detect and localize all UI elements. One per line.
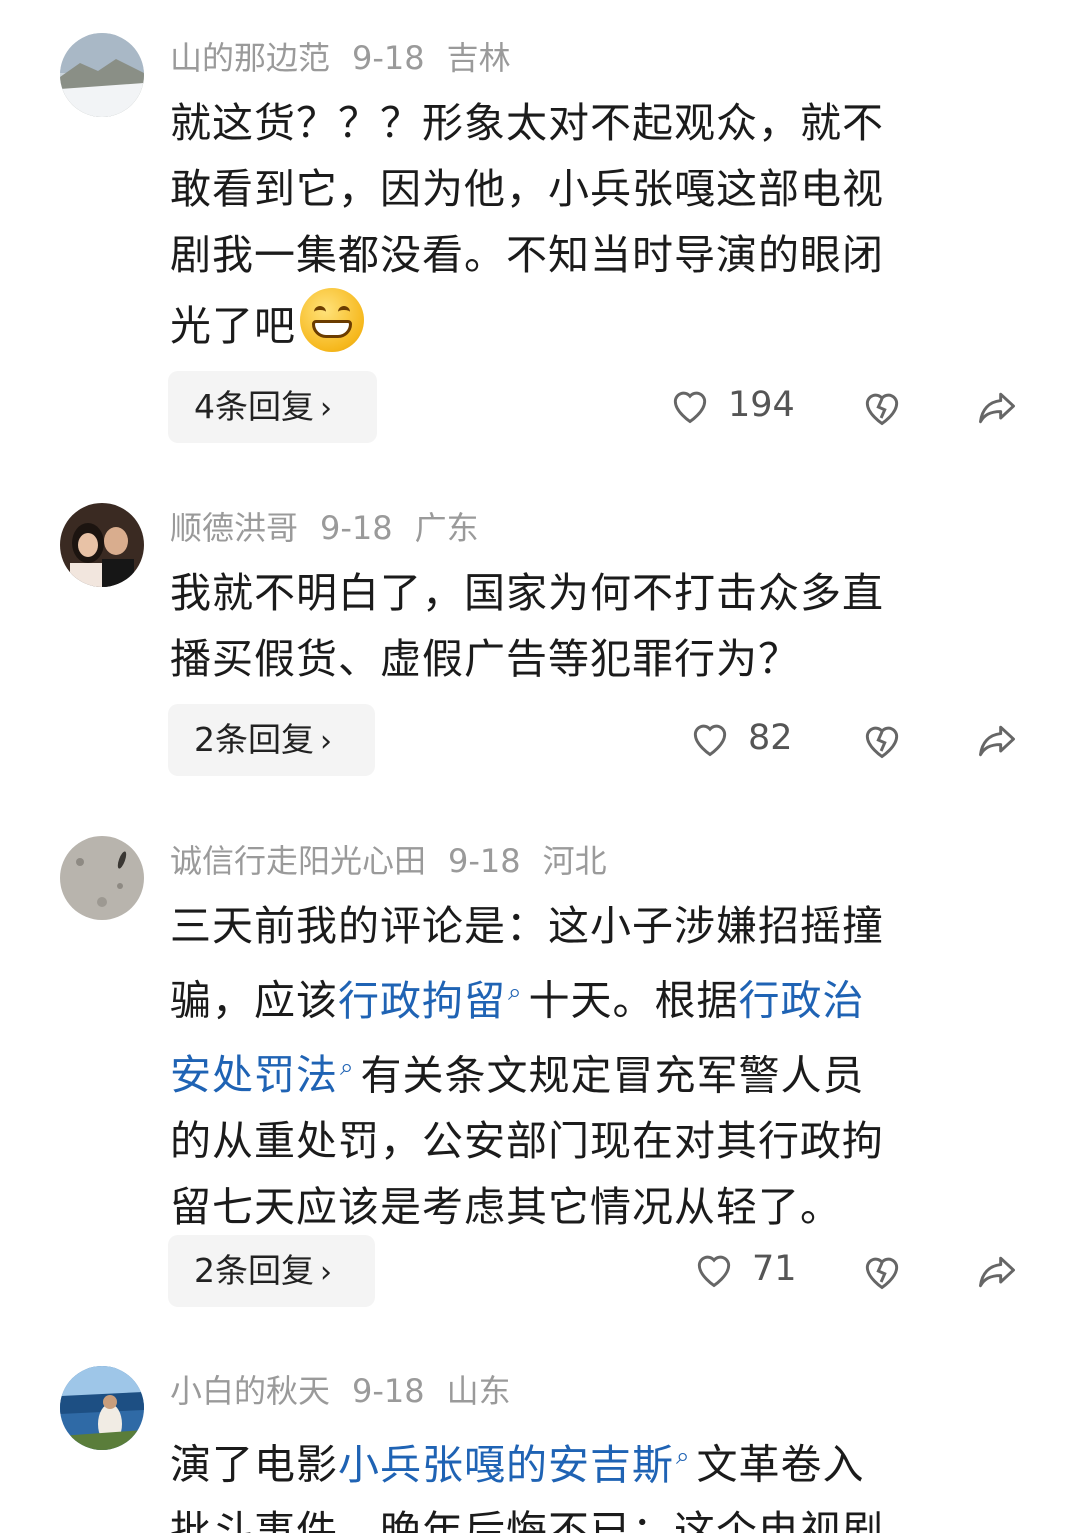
search-magnifier-icon: ⌕ bbox=[508, 978, 523, 1006]
text-line: 敢看到它，因为他，小兵张嘎这部电视 bbox=[170, 165, 884, 213]
broken-heart-icon[interactable] bbox=[860, 718, 904, 762]
heart-outline-icon bbox=[692, 1247, 736, 1291]
comment-location: 河北 bbox=[542, 842, 607, 880]
avatar[interactable] bbox=[60, 503, 144, 587]
comment-meta: 山的那边范 9-18 吉林 bbox=[170, 38, 533, 78]
search-link-text: 行政拘留 bbox=[338, 976, 506, 1025]
search-magnifier-icon: ⌕ bbox=[340, 1052, 355, 1081]
text-line: 演了电影小兵张嘎的安吉斯⌕ 文革卷入 bbox=[170, 1423, 1000, 1498]
replies-label: 4条回复 bbox=[194, 387, 314, 426]
text-line: 的从重处罚，公安部门现在对其行政拘 bbox=[170, 1117, 884, 1166]
avatar[interactable] bbox=[60, 836, 144, 920]
comment-date: 9-18 bbox=[448, 842, 521, 880]
heart-outline-icon bbox=[668, 383, 712, 427]
like-count: 82 bbox=[748, 718, 793, 758]
share-arrow-icon[interactable] bbox=[974, 385, 1020, 429]
chevron-right-icon: › bbox=[320, 391, 332, 426]
comment-meta: 小白的秋天 9-18 山东 bbox=[170, 1371, 533, 1411]
comment-date: 9-18 bbox=[320, 509, 393, 547]
avatar[interactable] bbox=[60, 33, 144, 117]
comment-text: 就这货？？？形象太对不起观众，就不 敢看到它，因为他，小兵张嘎这部电视 剧我一集… bbox=[170, 90, 1000, 359]
replies-label: 2条回复 bbox=[194, 720, 314, 759]
text-segment: 文革卷入 bbox=[696, 1440, 865, 1489]
like-button[interactable]: 194 bbox=[668, 383, 795, 427]
text-line: 我就不明白了，国家为何不打击众多直 bbox=[170, 569, 884, 617]
chevron-right-icon: › bbox=[320, 1255, 332, 1290]
text-line: 留七天应该是考虑其它情况从轻了。 bbox=[170, 1183, 842, 1232]
search-link[interactable]: 小兵张嘎的安吉斯⌕ bbox=[338, 1441, 696, 1489]
share-arrow-icon[interactable] bbox=[974, 1249, 1020, 1293]
comment-item: 诚信行走阳光心田 9-18 河北 三天前我的评论是：这小子涉嫌招摇撞 骗，应该行政拘… bbox=[0, 803, 1080, 1333]
grinning-face-emoji-icon bbox=[300, 288, 364, 352]
like-count: 71 bbox=[752, 1249, 797, 1289]
broken-heart-icon[interactable] bbox=[860, 385, 904, 429]
comment-text: 演了电影小兵张嘎的安吉斯⌕ 文革卷入 批斗事件，晚年后悔不已；这个电视剧 bbox=[170, 1423, 1000, 1533]
view-replies-button[interactable]: 2条回复 › bbox=[168, 1235, 375, 1307]
replies-label: 2条回复 bbox=[194, 1251, 314, 1290]
comment-item: 小白的秋天 9-18 山东 演了电影小兵张嘎的安吉斯⌕ 文革卷入 批斗事件，晚年后悔不… bbox=[0, 1333, 1080, 1533]
text-segment: 有关条文规定冒充军警人员 bbox=[360, 1051, 865, 1100]
search-magnifier-icon: ⌕ bbox=[676, 1442, 691, 1470]
search-link-text: 安处罚法 bbox=[170, 1051, 338, 1100]
comment-location: 广东 bbox=[414, 509, 479, 547]
chevron-right-icon: › bbox=[320, 724, 332, 759]
view-replies-button[interactable]: 2条回复 › bbox=[168, 704, 375, 776]
search-link[interactable]: 安处罚法⌕ bbox=[170, 1051, 360, 1099]
text-segment: 演了电影 bbox=[170, 1440, 338, 1489]
text-line: 剧我一集都没看。不知当时导演的眼闭 bbox=[170, 231, 884, 279]
like-button[interactable]: 82 bbox=[688, 716, 793, 760]
comment-text: 三天前我的评论是：这小子涉嫌招摇撞 骗，应该行政拘留⌕ 十天。根据行政治 安处罚法… bbox=[170, 893, 1000, 1240]
comment-location: 山东 bbox=[446, 1372, 511, 1410]
view-replies-button[interactable]: 4条回复 › bbox=[168, 371, 377, 443]
username[interactable]: 小白的秋天 bbox=[170, 1372, 330, 1410]
like-count: 194 bbox=[728, 385, 795, 425]
search-link[interactable]: 行政拘留⌕ bbox=[338, 977, 528, 1025]
username[interactable]: 顺德洪哥 bbox=[170, 509, 298, 547]
text-segment: 十天。根据 bbox=[528, 976, 739, 1025]
avatar[interactable] bbox=[60, 1366, 144, 1450]
text-line: 三天前我的评论是：这小子涉嫌招摇撞 bbox=[170, 902, 884, 950]
comment-date: 9-18 bbox=[352, 39, 425, 77]
text-line: 安处罚法⌕ 有关条文规定冒充军警人员 bbox=[170, 1034, 1000, 1109]
comment-meta: 诚信行走阳光心田 9-18 河北 bbox=[170, 841, 629, 881]
comment-item: 山的那边范 9-18 吉林 就这货？？？形象太对不起观众，就不 敢看到它，因为他，小… bbox=[0, 0, 1080, 470]
text-line: 光了吧 bbox=[170, 288, 1000, 359]
comment-item: 顺德洪哥 9-18 广东 我就不明白了，国家为何不打击众多直 播买假货、虚假广告等犯… bbox=[0, 470, 1080, 810]
comment-location: 吉林 bbox=[446, 39, 511, 77]
heart-outline-icon bbox=[688, 716, 732, 760]
username[interactable]: 山的那边范 bbox=[170, 39, 330, 77]
comment-text: 我就不明白了，国家为何不打击众多直 播买假货、虚假广告等犯罪行为？ bbox=[170, 560, 1000, 692]
search-link-text[interactable]: 行政治 bbox=[738, 977, 864, 1025]
text-line-content: 光了吧 bbox=[170, 302, 296, 350]
comment-meta: 顺德洪哥 9-18 广东 bbox=[170, 508, 501, 548]
search-link-text: 小兵张嘎的安吉斯 bbox=[338, 1440, 674, 1489]
share-arrow-icon[interactable] bbox=[974, 718, 1020, 762]
username[interactable]: 诚信行走阳光心田 bbox=[170, 842, 426, 880]
text-line: 批斗事件，晚年后悔不已；这个电视剧 bbox=[170, 1506, 884, 1533]
like-button[interactable]: 71 bbox=[692, 1247, 797, 1291]
text-line: 播买假货、虚假广告等犯罪行为？ bbox=[170, 635, 800, 683]
comment-date: 9-18 bbox=[352, 1372, 425, 1410]
text-line: 骗，应该行政拘留⌕ 十天。根据行政治 bbox=[170, 959, 1000, 1034]
text-segment: 骗，应该 bbox=[170, 976, 338, 1025]
text-line: 就这货？？？形象太对不起观众，就不 bbox=[170, 99, 884, 147]
broken-heart-icon[interactable] bbox=[860, 1249, 904, 1293]
